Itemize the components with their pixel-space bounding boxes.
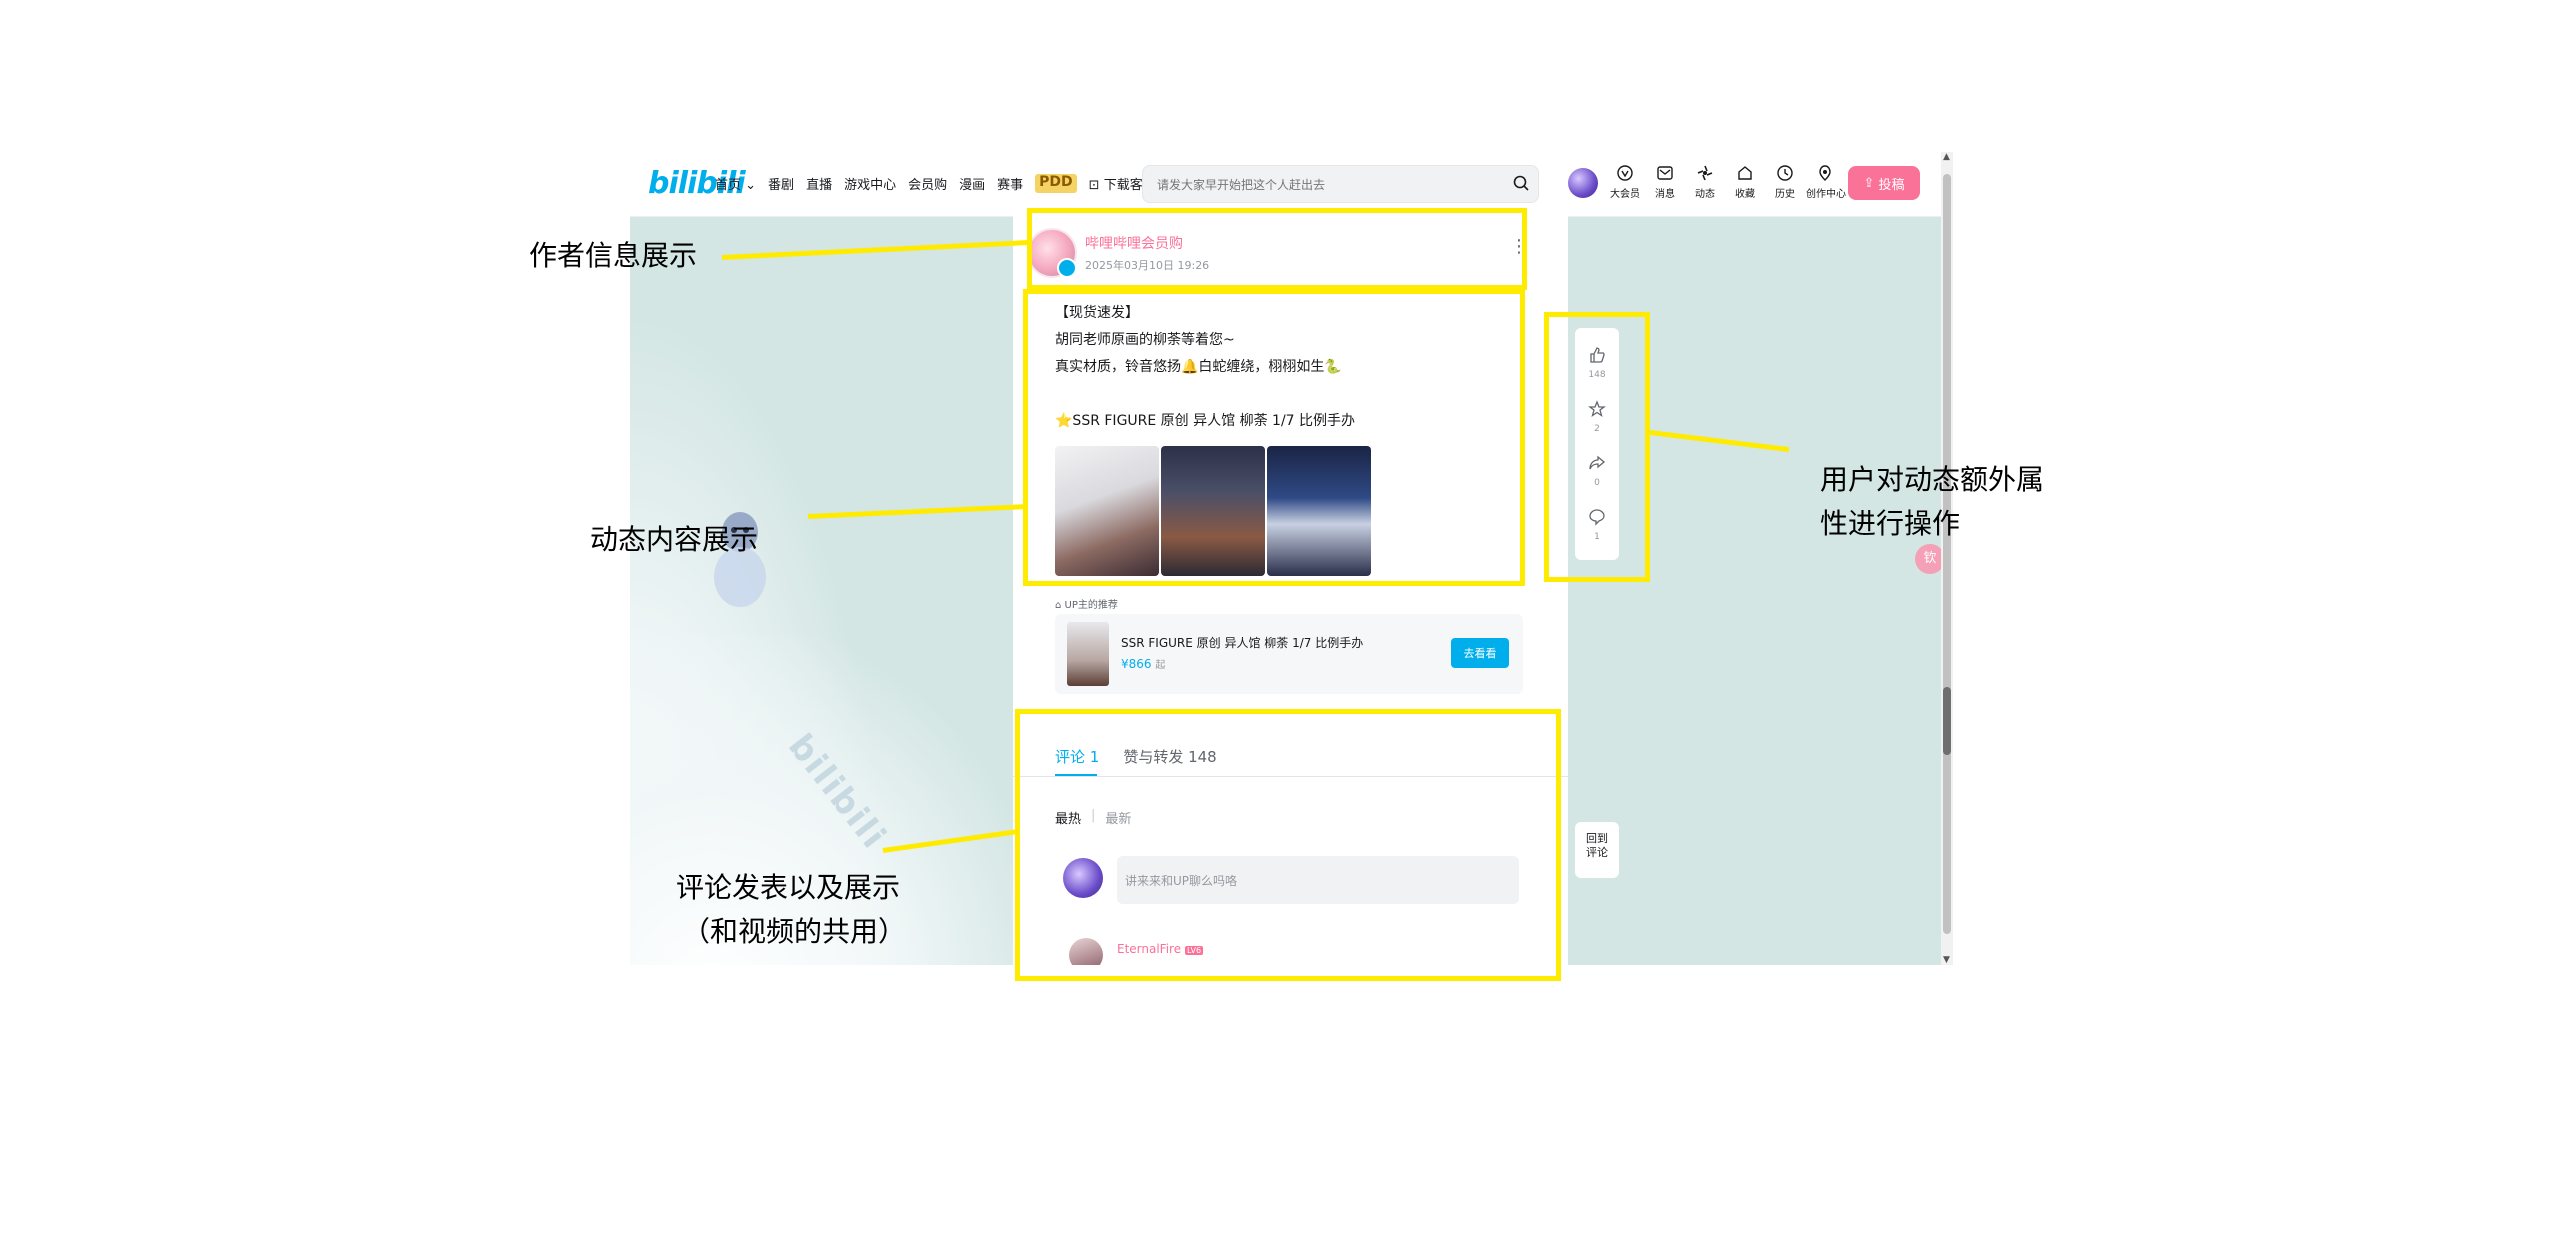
download-icon: ⊡	[1088, 178, 1104, 193]
vip-icon	[1617, 165, 1633, 181]
author-info-highlight	[1027, 208, 1527, 290]
nav-game-center[interactable]: 游戏中心	[844, 174, 896, 193]
dynamic-label: 动态	[1695, 189, 1715, 200]
favorite-icon	[1738, 166, 1752, 180]
dynamic-icon	[1697, 165, 1713, 181]
nav-home[interactable]: 首页 ⌄	[715, 174, 756, 193]
comments-highlight	[1015, 709, 1561, 981]
creation-entry[interactable]: 创作中心	[1806, 164, 1846, 201]
message-label: 消息	[1655, 189, 1675, 200]
search-box	[1142, 165, 1539, 203]
creation-icon	[1819, 165, 1831, 181]
header-right-icons: 大会员 消息 动态 收藏 历史 创作中心	[1606, 164, 1846, 201]
annotation-actions-line2: 性进行操作	[1820, 507, 1961, 540]
vip-label: 大会员	[1610, 189, 1640, 200]
message-entry[interactable]: 消息	[1646, 164, 1684, 201]
main-nav: 首页 ⌄ 番剧 直播 游戏中心 会员购 漫画 赛事 PDD ⊡ 下载客户端	[715, 174, 1169, 193]
vip-entry[interactable]: 大会员	[1606, 164, 1644, 201]
goods-section-label: ⌂ UP主的推荐	[1055, 600, 1118, 611]
goods-name: SSR FIGURE 原创 异人馆 柳荼 1/7 比例手办	[1121, 636, 1364, 650]
message-icon	[1657, 166, 1673, 180]
back-to-comments-button[interactable]: 回到 评论	[1575, 822, 1619, 878]
annotation-comments-line2: （和视频的共用）	[682, 915, 907, 948]
annotation-comments-line1: 评论发表以及展示	[676, 871, 901, 904]
scrollbar[interactable]: ▲ ▼	[1941, 152, 1953, 965]
nav-anime[interactable]: 番剧	[768, 174, 794, 193]
annotation-actions-line1: 用户对动态额外属	[1820, 463, 2045, 496]
annotation-content: 动态内容展示	[590, 523, 759, 556]
goods-card[interactable]: SSR FIGURE 原创 异人馆 柳荼 1/7 比例手办 ¥866 起 去看看	[1055, 614, 1523, 694]
upload-button[interactable]: ⇪ 投稿	[1848, 166, 1920, 200]
scrollbar-thumb[interactable]	[1943, 687, 1951, 755]
upload-icon: ⇪	[1863, 175, 1875, 190]
goods-price: ¥866 起	[1121, 657, 1166, 671]
shop-icon: ⌂	[1055, 600, 1065, 611]
favorite-label: 收藏	[1735, 189, 1755, 200]
nav-live[interactable]: 直播	[806, 174, 832, 193]
favorite-entry[interactable]: 收藏	[1726, 164, 1764, 201]
dynamic-entry[interactable]: 动态	[1686, 164, 1724, 201]
nav-esports[interactable]: 赛事	[997, 174, 1023, 193]
history-entry[interactable]: 历史	[1766, 164, 1804, 201]
goods-view-button[interactable]: 去看看	[1451, 638, 1509, 668]
search-input[interactable]	[1155, 174, 1499, 196]
chevron-down-icon: ⌄	[741, 178, 757, 193]
creation-label: 创作中心	[1806, 189, 1846, 200]
post-content-highlight	[1023, 289, 1525, 586]
user-avatar[interactable]	[1568, 168, 1598, 198]
actions-highlight	[1544, 312, 1650, 582]
history-label: 历史	[1775, 189, 1795, 200]
scrollbar-track-thumb[interactable]	[1943, 174, 1951, 934]
nav-manga[interactable]: 漫画	[959, 174, 985, 193]
goods-thumbnail	[1067, 622, 1109, 686]
scroll-down-arrow[interactable]: ▼	[1943, 955, 1950, 965]
nav-mall[interactable]: 会员购	[908, 174, 947, 193]
annotation-author: 作者信息展示	[529, 239, 698, 272]
search-icon[interactable]	[1512, 174, 1530, 192]
pdd-badge[interactable]: PDD	[1035, 174, 1077, 193]
scroll-up-arrow[interactable]: ▲	[1943, 152, 1950, 162]
history-icon	[1777, 165, 1793, 181]
